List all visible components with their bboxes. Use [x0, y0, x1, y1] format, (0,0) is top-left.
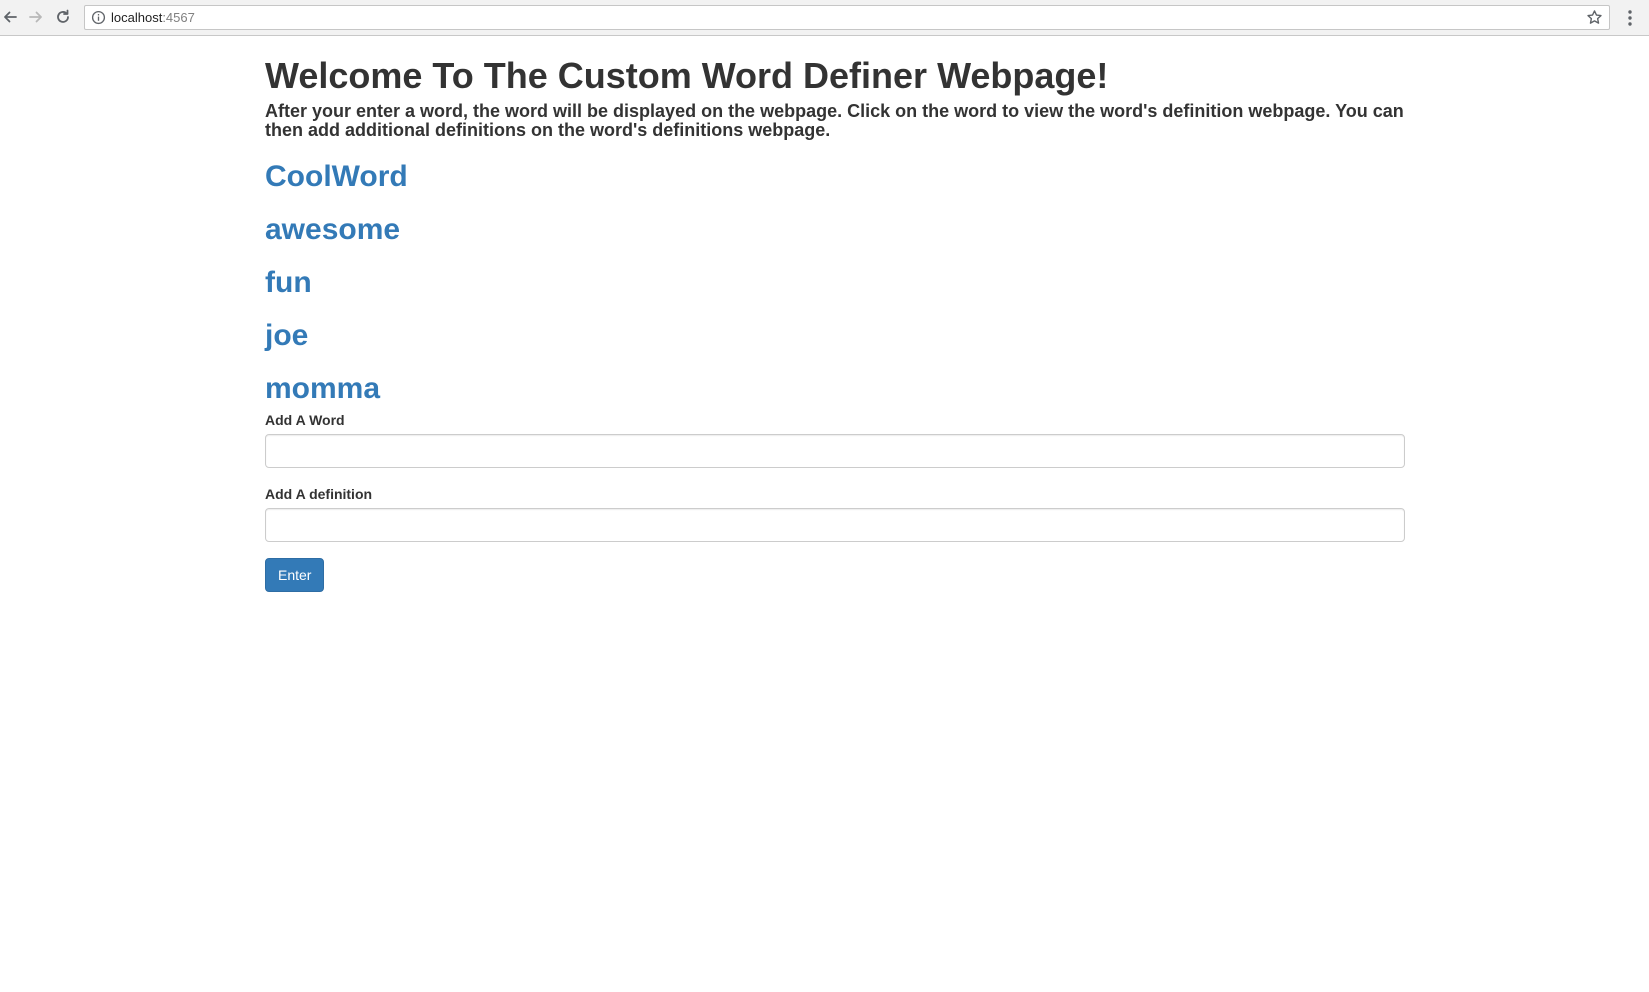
word-link-coolword[interactable]: CoolWord — [265, 160, 408, 193]
word-link-momma[interactable]: momma — [265, 372, 380, 405]
word-input[interactable] — [265, 434, 1405, 468]
info-icon[interactable] — [91, 10, 106, 25]
definition-field-group: Add A definition — [265, 485, 1405, 542]
intro-text: After your enter a word, the word will b… — [265, 101, 1404, 140]
reload-icon — [57, 9, 69, 23]
arrow-right-icon — [29, 11, 42, 23]
page-title: Welcome To The Custom Word Definer Webpa… — [265, 55, 1109, 96]
word-field-group: Add A Word — [265, 411, 1405, 468]
url-port: :4567 — [162, 10, 195, 25]
word-link-joe[interactable]: joe — [265, 319, 308, 352]
list-item: CoolWord — [265, 160, 1405, 213]
url-host: localhost — [111, 10, 163, 25]
word-link-awesome[interactable]: awesome — [265, 213, 400, 246]
address-bar[interactable]: localhost:4567 — [84, 5, 1610, 30]
main-container: Welcome To The Custom Word Definer Webpa… — [265, 36, 1405, 592]
list-item: joe — [265, 319, 1405, 372]
enter-button[interactable]: Enter — [265, 558, 325, 592]
list-item: awesome — [265, 213, 1405, 266]
word-list: CoolWord awesome fun joe momma — [265, 160, 1405, 425]
url-text[interactable]: localhost:4567 — [111, 10, 195, 25]
back-button[interactable] — [0, 7, 20, 27]
definition-field-label: Add A definition — [265, 486, 373, 502]
word-field-label: Add A Word — [265, 412, 345, 428]
forward-button[interactable] — [26, 7, 46, 27]
definition-input[interactable] — [265, 508, 1405, 542]
submit-row: Enter — [265, 558, 1405, 592]
bookmark-star-icon[interactable] — [1586, 9, 1603, 26]
add-word-form: Add A Word Add A definition Enter — [265, 411, 1405, 592]
word-link-fun[interactable]: fun — [265, 266, 312, 299]
more-options-icon[interactable] — [1623, 8, 1637, 28]
browser-toolbar: localhost:4567 — [0, 0, 1649, 36]
list-item: fun — [265, 266, 1405, 319]
reload-button[interactable] — [53, 7, 73, 27]
arrow-left-icon — [4, 11, 17, 23]
